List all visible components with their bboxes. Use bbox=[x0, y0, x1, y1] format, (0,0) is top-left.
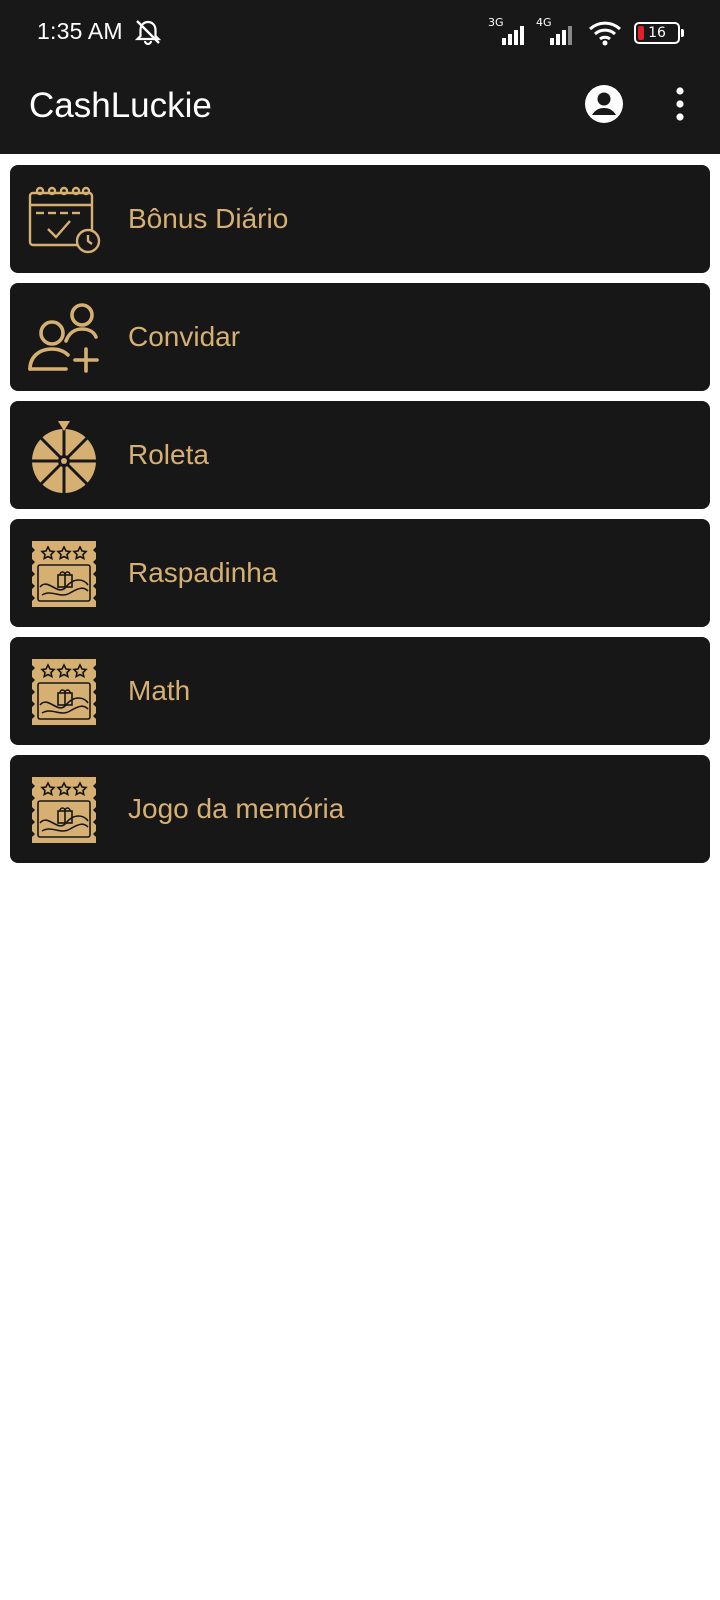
network-type-label: 4G bbox=[536, 16, 552, 29]
menu-item-math[interactable]: Math bbox=[10, 637, 710, 745]
scratch-ticket-icon bbox=[32, 777, 96, 843]
menu-item-label: Roleta bbox=[128, 439, 209, 470]
battery-icon: 16 bbox=[634, 22, 684, 44]
menu-item-bonus-diario[interactable]: Bônus Diário bbox=[10, 165, 710, 273]
wifi-icon bbox=[588, 21, 622, 46]
mute-alarm-icon bbox=[134, 20, 162, 46]
status-time: 1:35 AM bbox=[37, 18, 123, 44]
menu-item-jogo-da-memoria[interactable]: Jogo da memória bbox=[10, 755, 710, 863]
add-user-icon bbox=[28, 303, 99, 373]
calendar-check-icon bbox=[28, 186, 101, 254]
status-icons: 3G 4G 16 bbox=[488, 16, 684, 50]
menu-item-label: Math bbox=[128, 675, 191, 706]
signal-icon: 4G bbox=[536, 16, 578, 48]
network-type-label: 3G bbox=[488, 16, 504, 29]
status-bar: 1:35 AM 3G 4G 16 bbox=[0, 0, 720, 66]
menu-item-label: Convidar bbox=[128, 321, 241, 352]
menu-item-label: Jogo da memória bbox=[128, 793, 345, 824]
menu-list: Bônus Diário Convidar Roleta Raspadinha … bbox=[10, 165, 710, 873]
more-vert-icon[interactable] bbox=[668, 86, 692, 122]
menu-item-raspadinha[interactable]: Raspadinha bbox=[10, 519, 710, 627]
roulette-wheel-icon bbox=[32, 421, 96, 493]
app-title: CashLuckie bbox=[29, 86, 212, 125]
menu-item-roleta[interactable]: Roleta bbox=[10, 401, 710, 509]
battery-level: 16 bbox=[648, 25, 666, 41]
scratch-ticket-icon bbox=[32, 541, 96, 607]
scratch-ticket-icon bbox=[32, 659, 96, 725]
app-bar: CashLuckie bbox=[0, 66, 720, 154]
account-icon[interactable] bbox=[584, 84, 624, 124]
menu-item-convidar[interactable]: Convidar bbox=[10, 283, 710, 391]
signal-icon: 3G bbox=[488, 16, 530, 48]
menu-item-label: Bônus Diário bbox=[128, 203, 289, 234]
menu-item-label: Raspadinha bbox=[128, 557, 278, 588]
